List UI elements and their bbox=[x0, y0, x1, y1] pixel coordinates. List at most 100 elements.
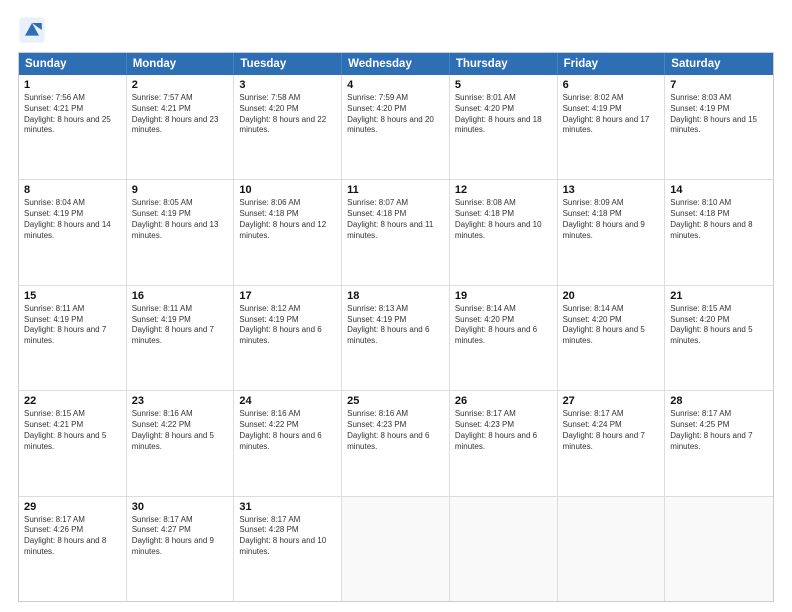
header-day-tuesday: Tuesday bbox=[234, 53, 342, 75]
cell-info: Sunrise: 8:09 AMSunset: 4:18 PMDaylight:… bbox=[563, 198, 660, 241]
cell-info: Sunrise: 7:56 AMSunset: 4:21 PMDaylight:… bbox=[24, 93, 121, 136]
day-number: 9 bbox=[132, 184, 229, 196]
day-number: 26 bbox=[455, 395, 552, 407]
cell-info: Sunrise: 8:03 AMSunset: 4:19 PMDaylight:… bbox=[670, 93, 768, 136]
calendar-row-5: 29 Sunrise: 8:17 AMSunset: 4:26 PMDayligh… bbox=[19, 497, 773, 601]
header-day-saturday: Saturday bbox=[665, 53, 773, 75]
calendar-cell-29: 29 Sunrise: 8:17 AMSunset: 4:26 PMDayligh… bbox=[19, 497, 127, 601]
calendar-cell-28: 28Sunrise: 8:17 AMSunset: 4:25 PMDayligh… bbox=[665, 391, 773, 495]
header-day-friday: Friday bbox=[558, 53, 666, 75]
header-day-sunday: Sunday bbox=[19, 53, 127, 75]
calendar-cell-9: 9 Sunrise: 8:05 AMSunset: 4:19 PMDaylight… bbox=[127, 180, 235, 284]
calendar-cell-2: 2 Sunrise: 7:57 AMSunset: 4:21 PMDaylight… bbox=[127, 75, 235, 179]
cell-info: Sunrise: 8:10 AMSunset: 4:18 PMDaylight:… bbox=[670, 198, 768, 241]
calendar-header: SundayMondayTuesdayWednesdayThursdayFrid… bbox=[19, 53, 773, 75]
cell-info: Sunrise: 8:14 AMSunset: 4:20 PMDaylight:… bbox=[455, 304, 552, 347]
calendar-cell-4: 4 Sunrise: 7:59 AMSunset: 4:20 PMDaylight… bbox=[342, 75, 450, 179]
cell-info: Sunrise: 8:15 AMSunset: 4:21 PMDaylight:… bbox=[24, 409, 121, 452]
day-number: 24 bbox=[239, 395, 336, 407]
day-number: 7 bbox=[670, 79, 768, 91]
calendar-cell-empty bbox=[342, 497, 450, 601]
calendar-cell-15: 15 Sunrise: 8:11 AMSunset: 4:19 PMDayligh… bbox=[19, 286, 127, 390]
day-number: 22 bbox=[24, 395, 121, 407]
header-day-monday: Monday bbox=[127, 53, 235, 75]
cell-info: Sunrise: 8:02 AMSunset: 4:19 PMDaylight:… bbox=[563, 93, 660, 136]
day-number: 28 bbox=[670, 395, 768, 407]
day-number: 10 bbox=[239, 184, 336, 196]
calendar-cell-17: 17 Sunrise: 8:12 AMSunset: 4:19 PMDayligh… bbox=[234, 286, 342, 390]
calendar-cell-22: 22 Sunrise: 8:15 AMSunset: 4:21 PMDayligh… bbox=[19, 391, 127, 495]
day-number: 21 bbox=[670, 290, 768, 302]
day-number: 23 bbox=[132, 395, 229, 407]
calendar-cell-16: 16Sunrise: 8:11 AMSunset: 4:19 PMDayligh… bbox=[127, 286, 235, 390]
calendar-cell-10: 10 Sunrise: 8:06 AMSunset: 4:18 PMDayligh… bbox=[234, 180, 342, 284]
day-number: 8 bbox=[24, 184, 121, 196]
calendar-cell-26: 26Sunrise: 8:17 AMSunset: 4:23 PMDayligh… bbox=[450, 391, 558, 495]
calendar-cell-30: 30Sunrise: 8:17 AMSunset: 4:27 PMDayligh… bbox=[127, 497, 235, 601]
day-number: 6 bbox=[563, 79, 660, 91]
calendar: SundayMondayTuesdayWednesdayThursdayFrid… bbox=[18, 52, 774, 602]
cell-info: Sunrise: 8:12 AMSunset: 4:19 PMDaylight:… bbox=[239, 304, 336, 347]
cell-info: Sunrise: 8:08 AMSunset: 4:18 PMDaylight:… bbox=[455, 198, 552, 241]
cell-info: Sunrise: 8:11 AMSunset: 4:19 PMDaylight:… bbox=[132, 304, 229, 347]
logo-icon bbox=[18, 16, 46, 44]
calendar-cell-18: 18 Sunrise: 8:13 AMSunset: 4:19 PMDayligh… bbox=[342, 286, 450, 390]
header bbox=[18, 16, 774, 44]
cell-info: Sunrise: 7:59 AMSunset: 4:20 PMDaylight:… bbox=[347, 93, 444, 136]
day-number: 15 bbox=[24, 290, 121, 302]
day-number: 5 bbox=[455, 79, 552, 91]
cell-info: Sunrise: 7:58 AMSunset: 4:20 PMDaylight:… bbox=[239, 93, 336, 136]
cell-info: Sunrise: 8:01 AMSunset: 4:20 PMDaylight:… bbox=[455, 93, 552, 136]
calendar-cell-23: 23 Sunrise: 8:16 AMSunset: 4:22 PMDayligh… bbox=[127, 391, 235, 495]
calendar-cell-empty bbox=[665, 497, 773, 601]
calendar-cell-21: 21 Sunrise: 8:15 AMSunset: 4:20 PMDayligh… bbox=[665, 286, 773, 390]
cell-info: Sunrise: 8:17 AMSunset: 4:26 PMDaylight:… bbox=[24, 515, 121, 558]
cell-info: Sunrise: 8:07 AMSunset: 4:18 PMDaylight:… bbox=[347, 198, 444, 241]
day-number: 31 bbox=[239, 501, 336, 513]
header-day-wednesday: Wednesday bbox=[342, 53, 450, 75]
calendar-cell-8: 8 Sunrise: 8:04 AMSunset: 4:19 PMDaylight… bbox=[19, 180, 127, 284]
day-number: 11 bbox=[347, 184, 444, 196]
calendar-cell-12: 12 Sunrise: 8:08 AMSunset: 4:18 PMDayligh… bbox=[450, 180, 558, 284]
calendar-row-1: 1Sunrise: 7:56 AMSunset: 4:21 PMDaylight… bbox=[19, 75, 773, 180]
day-number: 19 bbox=[455, 290, 552, 302]
calendar-cell-24: 24 Sunrise: 8:16 AMSunset: 4:22 PMDayligh… bbox=[234, 391, 342, 495]
day-number: 4 bbox=[347, 79, 444, 91]
calendar-row-3: 15 Sunrise: 8:11 AMSunset: 4:19 PMDayligh… bbox=[19, 286, 773, 391]
cell-info: Sunrise: 8:05 AMSunset: 4:19 PMDaylight:… bbox=[132, 198, 229, 241]
calendar-cell-13: 13 Sunrise: 8:09 AMSunset: 4:18 PMDayligh… bbox=[558, 180, 666, 284]
calendar-cell-31: 31 Sunrise: 8:17 AMSunset: 4:28 PMDayligh… bbox=[234, 497, 342, 601]
day-number: 2 bbox=[132, 79, 229, 91]
calendar-cell-19: 19 Sunrise: 8:14 AMSunset: 4:20 PMDayligh… bbox=[450, 286, 558, 390]
calendar-cell-20: 20Sunrise: 8:14 AMSunset: 4:20 PMDayligh… bbox=[558, 286, 666, 390]
logo bbox=[18, 16, 50, 44]
cell-info: Sunrise: 7:57 AMSunset: 4:21 PMDaylight:… bbox=[132, 93, 229, 136]
cell-info: Sunrise: 8:17 AMSunset: 4:24 PMDaylight:… bbox=[563, 409, 660, 452]
day-number: 29 bbox=[24, 501, 121, 513]
day-number: 17 bbox=[239, 290, 336, 302]
calendar-row-2: 8 Sunrise: 8:04 AMSunset: 4:19 PMDaylight… bbox=[19, 180, 773, 285]
cell-info: Sunrise: 8:17 AMSunset: 4:27 PMDaylight:… bbox=[132, 515, 229, 558]
cell-info: Sunrise: 8:17 AMSunset: 4:28 PMDaylight:… bbox=[239, 515, 336, 558]
cell-info: Sunrise: 8:13 AMSunset: 4:19 PMDaylight:… bbox=[347, 304, 444, 347]
header-day-thursday: Thursday bbox=[450, 53, 558, 75]
calendar-cell-1: 1Sunrise: 7:56 AMSunset: 4:21 PMDaylight… bbox=[19, 75, 127, 179]
cell-info: Sunrise: 8:16 AMSunset: 4:23 PMDaylight:… bbox=[347, 409, 444, 452]
cell-info: Sunrise: 8:11 AMSunset: 4:19 PMDaylight:… bbox=[24, 304, 121, 347]
calendar-body: 1Sunrise: 7:56 AMSunset: 4:21 PMDaylight… bbox=[19, 75, 773, 601]
calendar-cell-empty bbox=[558, 497, 666, 601]
calendar-cell-11: 11 Sunrise: 8:07 AMSunset: 4:18 PMDayligh… bbox=[342, 180, 450, 284]
cell-info: Sunrise: 8:04 AMSunset: 4:19 PMDaylight:… bbox=[24, 198, 121, 241]
calendar-cell-7: 7 Sunrise: 8:03 AMSunset: 4:19 PMDaylight… bbox=[665, 75, 773, 179]
cell-info: Sunrise: 8:16 AMSunset: 4:22 PMDaylight:… bbox=[132, 409, 229, 452]
day-number: 12 bbox=[455, 184, 552, 196]
day-number: 13 bbox=[563, 184, 660, 196]
cell-info: Sunrise: 8:14 AMSunset: 4:20 PMDaylight:… bbox=[563, 304, 660, 347]
calendar-cell-27: 27Sunrise: 8:17 AMSunset: 4:24 PMDayligh… bbox=[558, 391, 666, 495]
cell-info: Sunrise: 8:15 AMSunset: 4:20 PMDaylight:… bbox=[670, 304, 768, 347]
cell-info: Sunrise: 8:16 AMSunset: 4:22 PMDaylight:… bbox=[239, 409, 336, 452]
day-number: 18 bbox=[347, 290, 444, 302]
calendar-cell-5: 5 Sunrise: 8:01 AMSunset: 4:20 PMDaylight… bbox=[450, 75, 558, 179]
page: SundayMondayTuesdayWednesdayThursdayFrid… bbox=[0, 0, 792, 612]
cell-info: Sunrise: 8:06 AMSunset: 4:18 PMDaylight:… bbox=[239, 198, 336, 241]
